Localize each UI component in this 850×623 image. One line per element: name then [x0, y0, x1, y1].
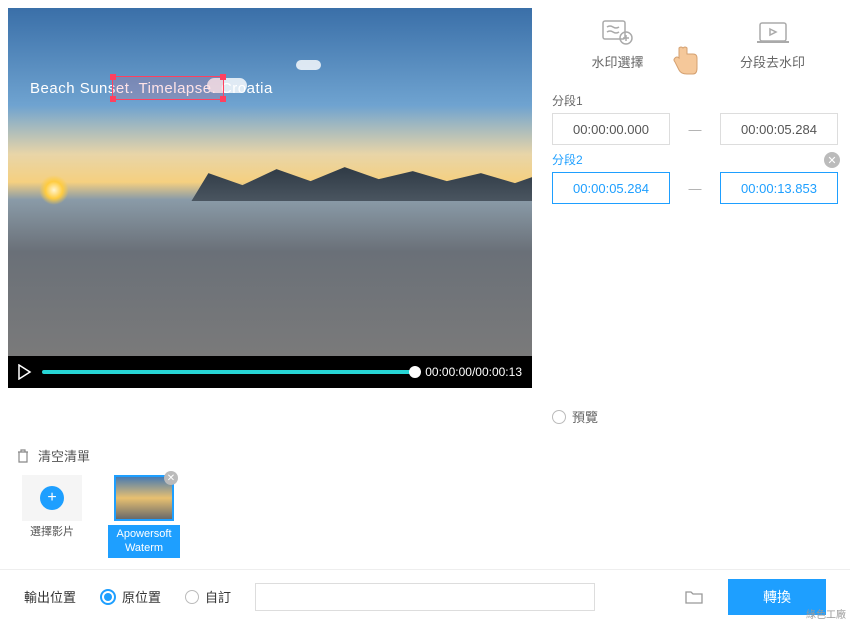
watermark-select-icon	[600, 18, 636, 46]
tab-segment-remove[interactable]: 分段去水印	[695, 0, 850, 88]
custom-location-radio[interactable]: 自訂	[185, 587, 231, 606]
video-thumbnail[interactable]: ✕	[114, 475, 174, 521]
thumb-label: Apowersoft Waterm	[108, 525, 180, 558]
time-display: 00:00:00/00:00:13	[425, 365, 522, 379]
progress-bar[interactable]	[42, 370, 415, 374]
pointer-hand-icon	[663, 40, 703, 80]
segment-label: 分段1	[552, 92, 838, 109]
output-location-label: 輸出位置	[24, 587, 76, 606]
preview-label: 預覽	[572, 407, 598, 426]
video-frame: Beach Sunset. Timelapse. Croatia	[8, 8, 532, 356]
remove-thumbnail-button[interactable]: ✕	[164, 471, 178, 485]
plus-icon: +	[40, 486, 64, 510]
progress-handle[interactable]	[409, 366, 421, 378]
original-location-radio[interactable]: 原位置	[100, 587, 161, 606]
watermark-selection-box[interactable]	[112, 76, 224, 100]
clear-list-button[interactable]: 清空清單	[38, 446, 90, 465]
trash-icon[interactable]	[16, 448, 30, 464]
tab-label: 分段去水印	[740, 52, 805, 71]
segment-remove-icon	[755, 18, 791, 46]
add-video-button[interactable]: +	[22, 475, 82, 521]
segment-start-input[interactable]	[552, 172, 670, 204]
custom-path-input[interactable]	[255, 583, 595, 611]
segment-end-input[interactable]	[720, 172, 838, 204]
folder-icon[interactable]	[684, 588, 704, 606]
play-button[interactable]	[18, 364, 32, 380]
remove-segment-button[interactable]: ✕	[824, 152, 840, 168]
preview-radio[interactable]	[552, 410, 566, 424]
tab-label: 水印選擇	[591, 52, 643, 71]
video-preview: Beach Sunset. Timelapse. Croatia 00:00:0…	[8, 8, 532, 388]
segment-label: 分段2	[552, 151, 838, 168]
corner-watermark: 綠色工廠	[806, 606, 846, 621]
thumb-label: 選擇影片	[30, 525, 74, 539]
segment-end-input[interactable]	[720, 113, 838, 145]
segment-start-input[interactable]	[552, 113, 670, 145]
